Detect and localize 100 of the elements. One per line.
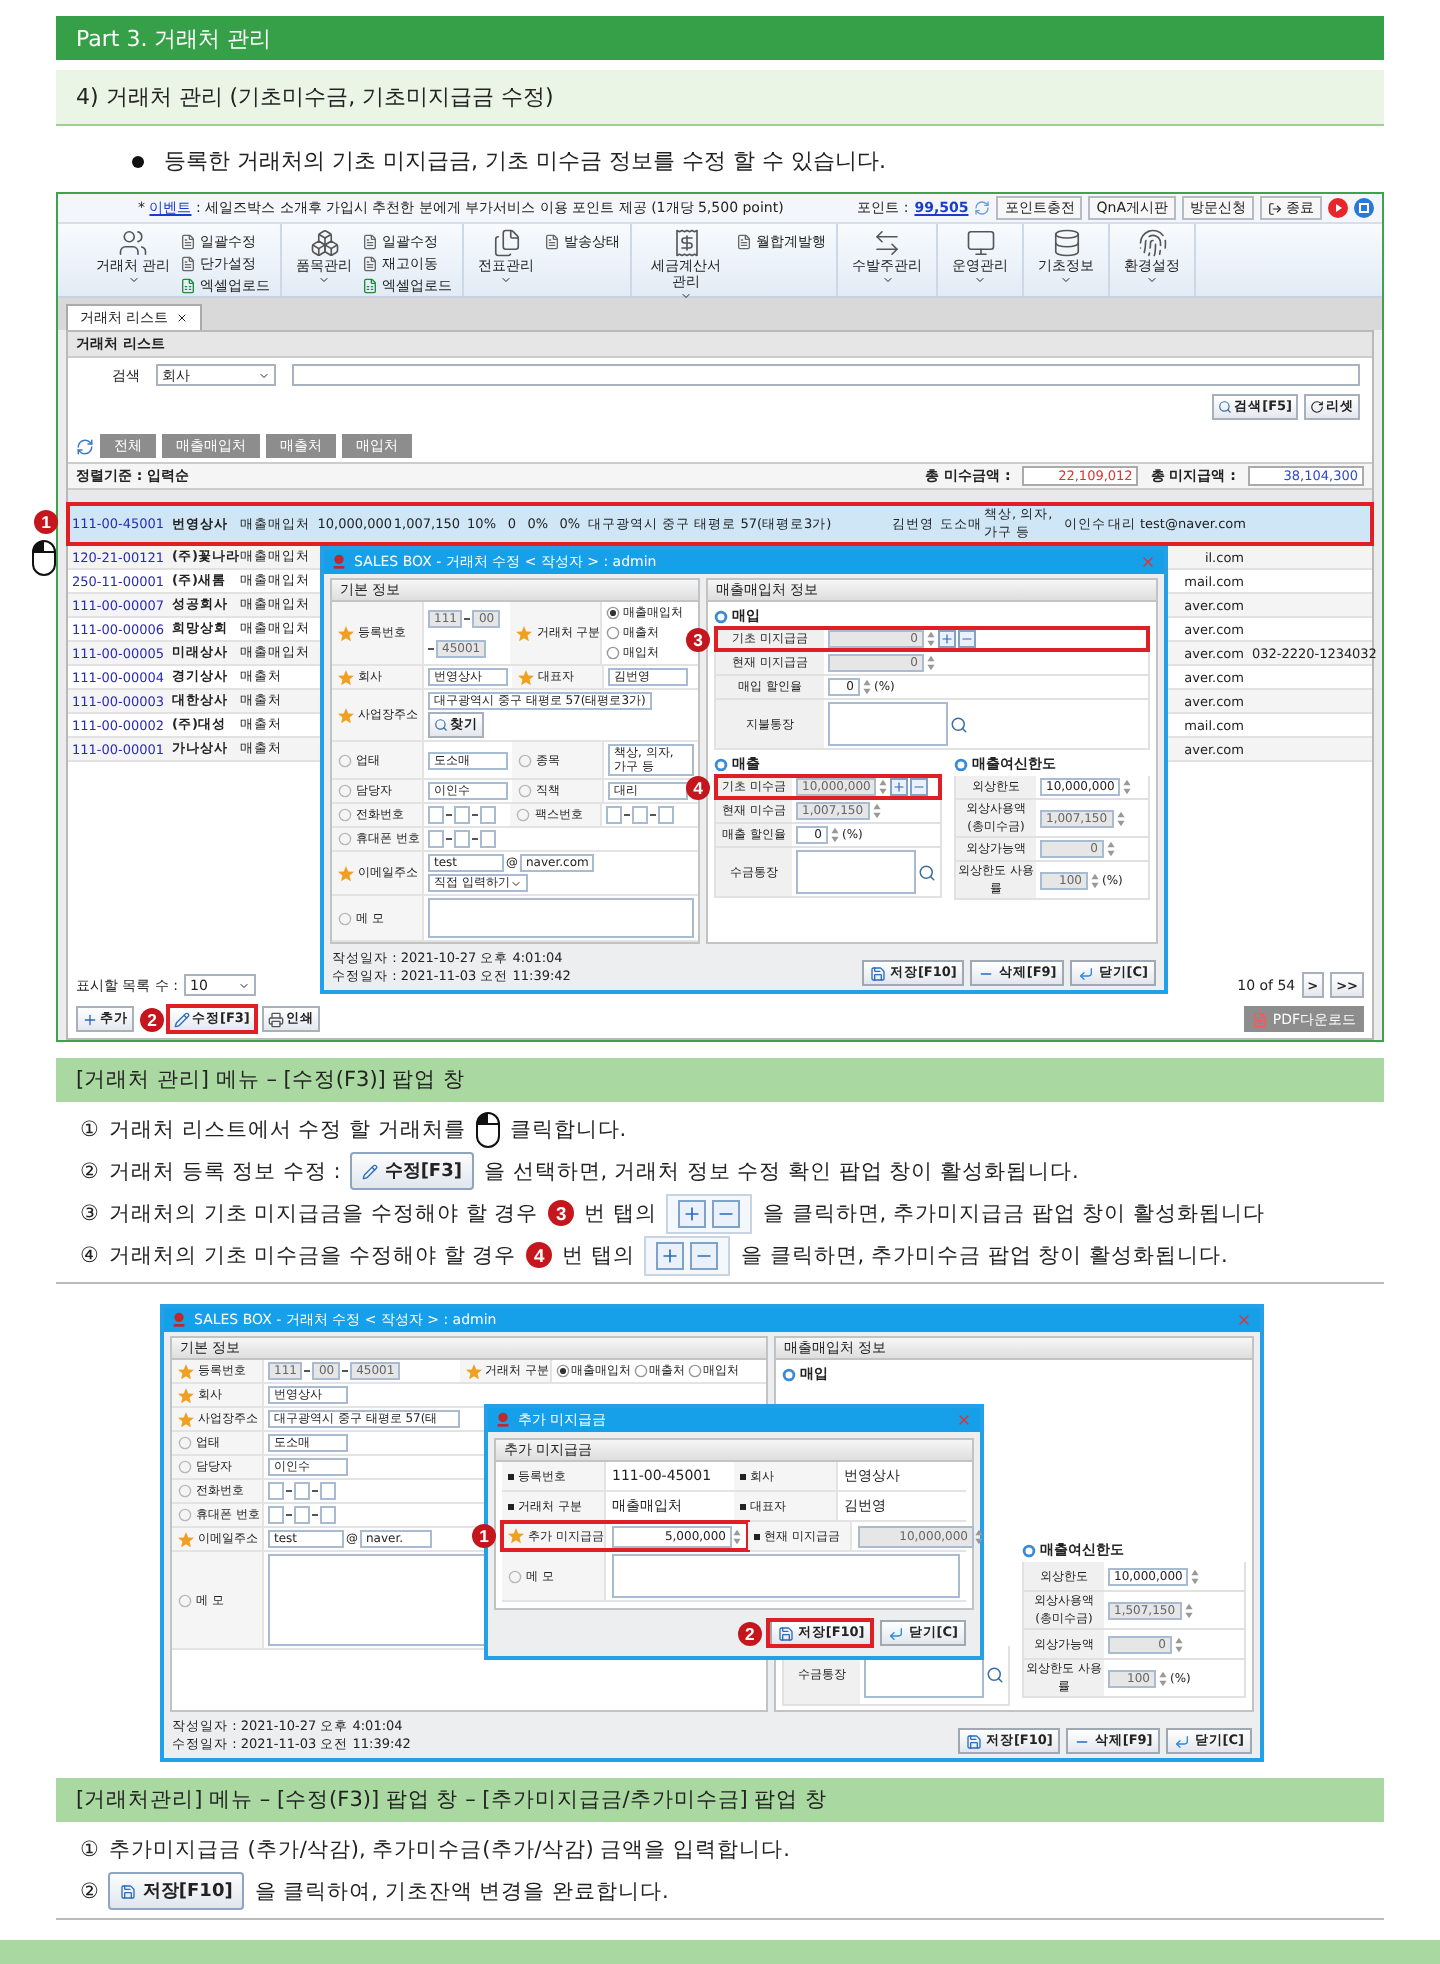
step-number: ① — [80, 1837, 99, 1861]
caret-icon — [1146, 274, 1159, 286]
spinner-arrows-icon[interactable] — [1122, 778, 1133, 796]
minus-icon — [960, 632, 974, 646]
save-icon — [777, 1625, 794, 1641]
callout-badge: 4 — [686, 776, 710, 800]
spinner-arrows-icon[interactable] — [1183, 1601, 1194, 1619]
dash-icon — [624, 814, 631, 816]
spinner-arrows-icon[interactable] — [1115, 809, 1126, 827]
plus-icon — [660, 1245, 681, 1265]
document-icon — [736, 234, 753, 250]
caret-icon — [500, 274, 513, 286]
dash-icon — [342, 1370, 349, 1372]
step-number: ③ — [80, 1201, 99, 1225]
memo-field[interactable] — [612, 1554, 960, 1598]
spinner-arrows-icon[interactable] — [974, 1527, 984, 1545]
caret-icon — [127, 274, 140, 286]
circle-logo-icon[interactable] — [1354, 198, 1374, 218]
plus-icon — [682, 1203, 703, 1223]
caret-icon — [974, 274, 987, 286]
radio-icon[interactable] — [606, 606, 621, 620]
minus-button[interactable] — [958, 630, 976, 648]
radio-icon[interactable] — [606, 626, 621, 640]
spinner-arrows-icon[interactable] — [1158, 1669, 1168, 1687]
search-icon[interactable] — [918, 863, 936, 881]
caret-icon — [881, 274, 894, 286]
spinner-arrows-icon[interactable] — [926, 654, 936, 672]
section-header: 4) 거래처 관리 (기초미수금, 기초미지급금 수정) — [56, 70, 1384, 126]
spinner-arrows-icon[interactable] — [1174, 1635, 1184, 1653]
plus-button[interactable] — [890, 778, 909, 796]
caret-icon — [318, 274, 331, 286]
monitor-icon — [965, 228, 996, 258]
spinner-arrows-icon[interactable] — [732, 1527, 742, 1545]
instruction-text: 거래처 리스트에서 수정 할 거래처를 — [108, 1115, 466, 1143]
instruction-text: 추가미지급금 (추가/삭감), 추가미수금(추가/삭감) 금액을 입력합니다. — [108, 1835, 790, 1863]
minus-button[interactable] — [910, 778, 929, 796]
return-icon — [1174, 1733, 1191, 1749]
save-button-image: 저장[F10] — [108, 1872, 245, 1910]
spinner-arrows-icon[interactable] — [926, 630, 936, 648]
instruction-text: 을 클릭하여, 기초잔액 변경을 완료합니다. — [254, 1877, 669, 1905]
radio-icon[interactable] — [687, 1364, 702, 1378]
pencil-icon — [174, 1011, 190, 1027]
save-icon — [869, 965, 886, 981]
search-icon[interactable] — [950, 715, 968, 733]
mouse-icon — [475, 1111, 500, 1147]
spinner-arrows-icon[interactable] — [878, 778, 889, 796]
refresh-icon[interactable] — [76, 437, 94, 455]
dash-icon — [472, 838, 478, 840]
plus-button[interactable] — [938, 630, 956, 648]
caret-icon — [680, 290, 693, 302]
plus-icon — [892, 780, 907, 794]
spinner-arrows-icon[interactable] — [1090, 871, 1100, 889]
spinner-arrows-icon[interactable] — [1106, 840, 1116, 858]
page-header: Part 3. 거래처 관리 — [56, 16, 1384, 60]
bullet-dot — [132, 155, 144, 167]
boxes-icon — [309, 228, 340, 258]
close-icon[interactable] — [176, 312, 189, 324]
callout-badge: 1 — [472, 1524, 496, 1548]
bullet-text: 등록한 거래처의 기초 미지급금, 기초 미수금 정보를 수정 할 수 있습니다. — [164, 146, 886, 176]
instruction-text: 번 탭의 — [562, 1241, 635, 1269]
receipt-icon — [671, 228, 702, 258]
callout-badge: 3 — [548, 1200, 575, 1226]
dash-icon — [286, 1514, 292, 1516]
database-icon — [1051, 228, 1082, 258]
edit-button-image: 수정[F3] — [350, 1152, 474, 1190]
radio-icon[interactable] — [555, 1364, 570, 1378]
arrows-icon — [872, 228, 903, 258]
ring-icon — [782, 1367, 796, 1381]
memo-field[interactable] — [428, 898, 694, 938]
radio-icon[interactable] — [606, 646, 621, 660]
search-icon[interactable] — [986, 1666, 1004, 1684]
step-number: ① — [80, 1117, 99, 1141]
dash-icon — [312, 1490, 318, 1492]
return-icon — [1078, 965, 1095, 981]
search-field[interactable] — [292, 364, 1360, 386]
dash-icon — [446, 814, 452, 816]
refresh-icon[interactable] — [974, 200, 991, 216]
people-icon — [118, 228, 149, 258]
pdf-icon — [1252, 1011, 1269, 1027]
spinner-arrows-icon[interactable] — [862, 678, 872, 696]
reset-icon — [1310, 400, 1324, 414]
callout-badge: 4 — [526, 1242, 553, 1268]
plus-icon — [82, 1011, 98, 1027]
document-icon — [362, 234, 379, 250]
spinner-arrows-icon[interactable] — [871, 802, 882, 820]
dash-icon — [312, 1514, 318, 1516]
callout-badge: 2 — [140, 1007, 164, 1031]
instruction-text: 을 클릭하면, 추가미지급금 팝업 창이 활성화됩니다 — [762, 1199, 1265, 1227]
caret-icon — [509, 877, 522, 889]
radio-icon[interactable] — [633, 1364, 648, 1378]
spreadsheet-icon — [362, 278, 379, 294]
circle-play-icon[interactable] — [1328, 198, 1348, 218]
caret-icon — [258, 369, 270, 381]
caption-bar: [거래처 관리] 메뉴 – [수정(F3)] 팝업 창 — [56, 1058, 1384, 1102]
account-field[interactable] — [828, 702, 948, 746]
instruction-text: 클릭합니다. — [509, 1115, 627, 1143]
account-field[interactable] — [796, 850, 916, 894]
return-icon — [888, 1625, 905, 1641]
spinner-arrows-icon[interactable] — [830, 826, 840, 844]
spinner-arrows-icon[interactable] — [1190, 1567, 1201, 1585]
